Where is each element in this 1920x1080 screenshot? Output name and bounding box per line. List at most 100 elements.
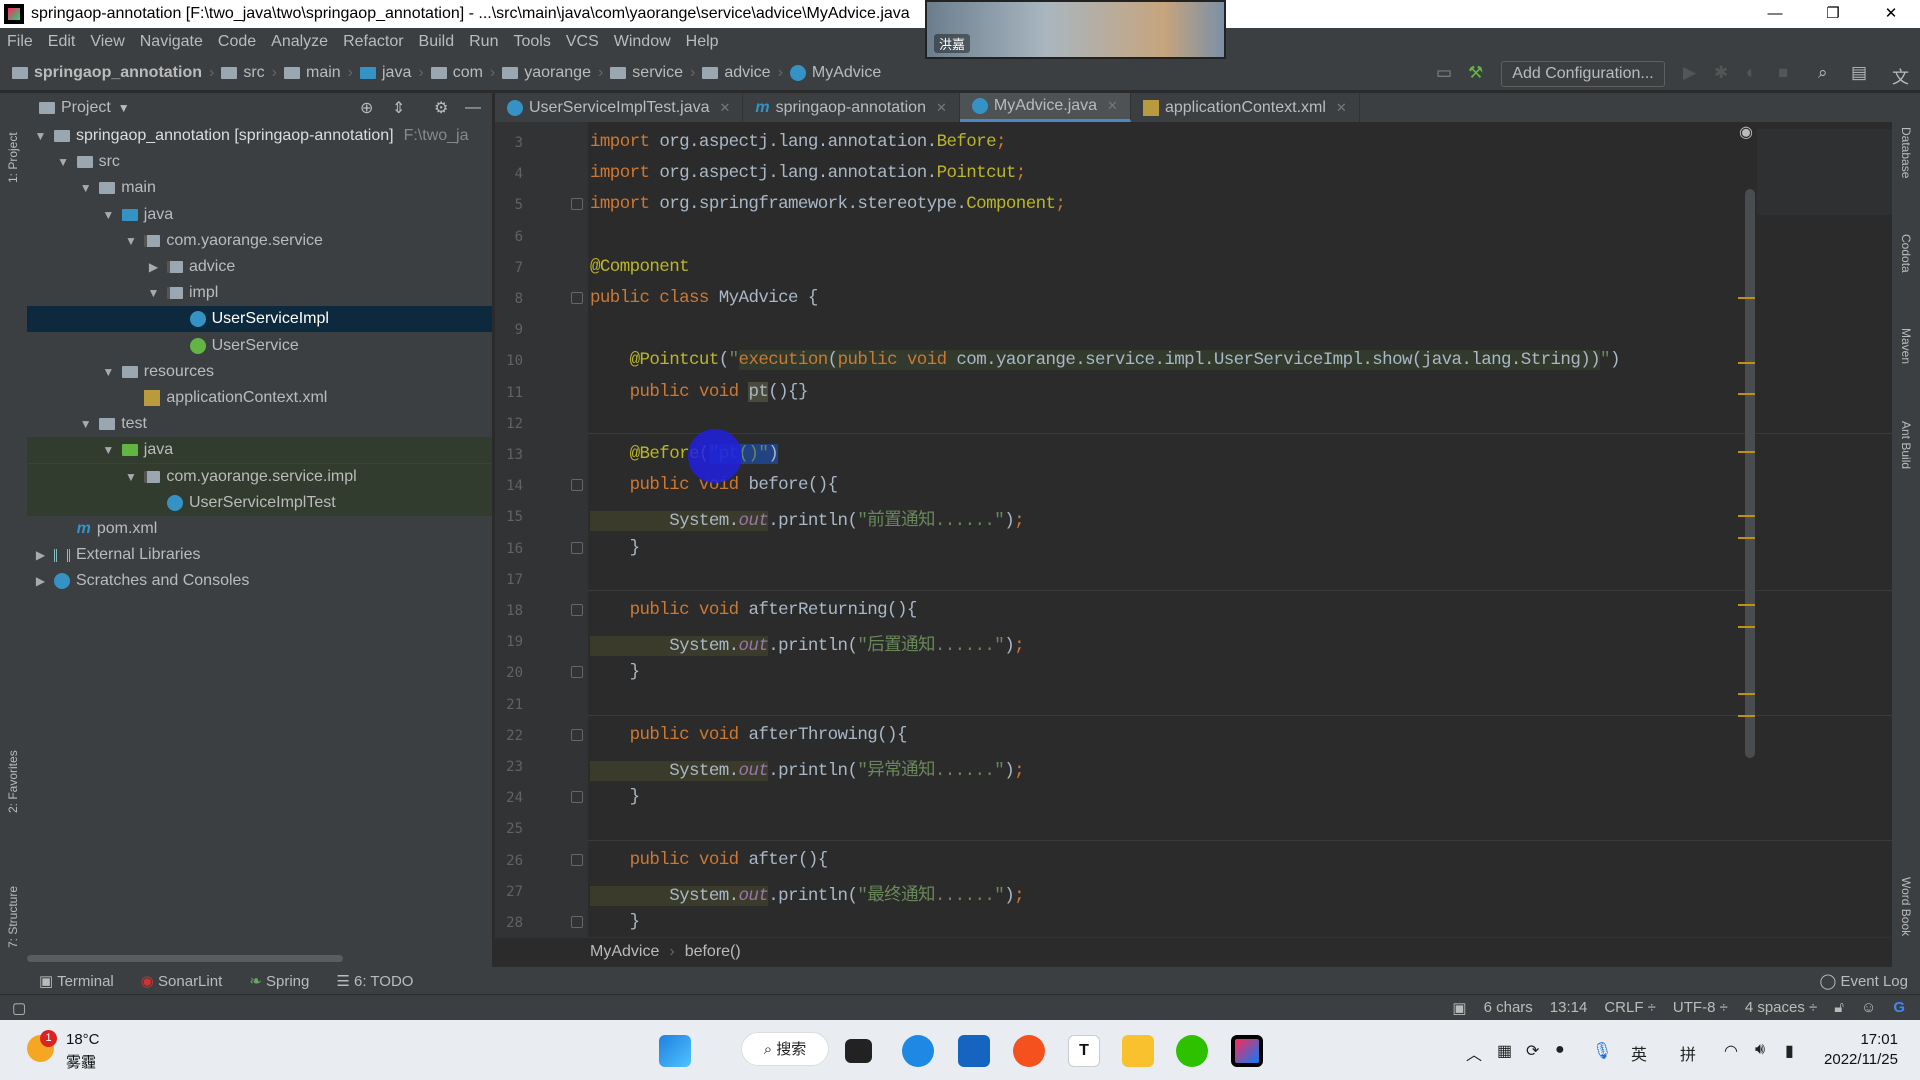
ime-language[interactable]: 英: [1631, 1041, 1647, 1065]
coverage-icon[interactable]: ◐: [1746, 63, 1756, 83]
chevron-down-icon[interactable]: ▼: [100, 365, 117, 379]
tab-myadvice-java[interactable]: MyAdvice.java ✕: [959, 93, 1131, 122]
nav-crumb-advice[interactable]: advice: [702, 64, 771, 82]
menu-window[interactable]: Window: [614, 33, 671, 51]
tree-item[interactable]: ▼ com.yaorange.service: [27, 228, 492, 254]
intellij-taskbar-icon[interactable]: [1231, 1035, 1263, 1067]
inspector-icon[interactable]: ☺: [1861, 999, 1876, 1017]
nav-crumb-src[interactable]: src: [221, 64, 265, 82]
database-tool-button[interactable]: Database: [1899, 127, 1913, 178]
tree-item[interactable]: UserServiceImpl: [27, 306, 492, 333]
warning-marker[interactable]: [1738, 515, 1755, 517]
warning-marker[interactable]: [1738, 693, 1755, 695]
ant-build-tool-button[interactable]: Ant Build: [1899, 421, 1913, 469]
todo-tab[interactable]: ☰ 6: TODO: [336, 972, 413, 990]
toggle-tool-windows-icon[interactable]: ▢: [12, 999, 26, 1017]
tree-item[interactable]: UserServiceImplTest: [27, 489, 492, 516]
warning-marker[interactable]: [1738, 537, 1755, 539]
tree-item[interactable]: m pom.xml: [27, 516, 492, 542]
wifi-icon[interactable]: ◠: [1724, 1041, 1738, 1061]
chevron-right-icon[interactable]: ▶: [32, 574, 49, 588]
tree-item[interactable]: ▼ impl: [27, 280, 492, 306]
menu-view[interactable]: View: [90, 33, 124, 51]
tree-item[interactable]: UserService: [27, 333, 492, 359]
taskbar-search[interactable]: ⌕ 搜索: [741, 1032, 829, 1066]
chevron-down-icon[interactable]: ▼: [122, 470, 139, 484]
menu-navigate[interactable]: Navigate: [140, 33, 203, 51]
warning-marker[interactable]: [1738, 393, 1755, 395]
menu-file[interactable]: File: [7, 33, 33, 51]
code-editor[interactable]: 3 4 5 6 7 8 9 10 11 12 13 14 15 16 17 18 19 20 21 22 23 24 25 2…: [495, 122, 1892, 937]
restore-button[interactable]: ❐: [1804, 0, 1862, 28]
wechat-icon[interactable]: [1176, 1035, 1208, 1067]
tree-item[interactable]: ▼ com.yaorange.service.impl: [27, 463, 492, 490]
maven-tool-button[interactable]: Maven: [1899, 328, 1913, 364]
run-icon[interactable]: ▶: [1683, 63, 1696, 83]
tab-userserviceimpltest-java[interactable]: UserServiceImplTest.java ✕: [495, 93, 744, 122]
build-hammer-icon[interactable]: ⚒: [1468, 63, 1483, 83]
minimize-button[interactable]: —: [1746, 0, 1804, 28]
menu-edit[interactable]: Edit: [48, 33, 76, 51]
warning-marker[interactable]: [1738, 297, 1755, 299]
structure-tool-button[interactable]: 7: Structure: [6, 886, 20, 948]
line-ending-selector[interactable]: CRLF ÷: [1604, 999, 1656, 1017]
tab-applicationcontext-xml[interactable]: applicationContext.xml ✕: [1131, 93, 1360, 122]
gear-icon[interactable]: ⚙: [434, 98, 448, 118]
fold-marker-icon[interactable]: [571, 853, 583, 866]
tree-horizontal-scrollbar[interactable]: [27, 955, 343, 962]
menu-refactor[interactable]: Refactor: [343, 33, 403, 51]
fold-marker-icon[interactable]: [571, 916, 583, 928]
code-minimap[interactable]: [1757, 129, 1892, 215]
spring-tab[interactable]: ❧ Spring: [249, 972, 309, 990]
tree-item[interactable]: applicationContext.xml: [27, 385, 492, 411]
close-tab-icon[interactable]: ✕: [720, 100, 731, 116]
breadcrumb-method[interactable]: before(): [685, 943, 741, 961]
nav-crumb-springaop_annotation[interactable]: springaop_annotation: [12, 64, 202, 82]
chevron-right-icon[interactable]: ▶: [145, 260, 162, 274]
close-tab-icon[interactable]: ✕: [1336, 100, 1347, 116]
warning-marker[interactable]: [1738, 604, 1755, 606]
chevron-down-icon[interactable]: ▼: [100, 443, 117, 457]
fold-marker-icon[interactable]: [571, 198, 583, 211]
clock-date[interactable]: 2022/11/25: [1824, 1051, 1898, 1068]
project-tool-button[interactable]: 1: Project: [6, 132, 20, 183]
chevron-down-icon[interactable]: ▼: [32, 129, 49, 143]
translate-icon[interactable]: 文: [1892, 63, 1909, 88]
editor-vertical-scrollbar[interactable]: [1745, 189, 1755, 758]
qq-icon[interactable]: ●: [1555, 1041, 1565, 1059]
debug-icon[interactable]: ✱: [1714, 63, 1728, 83]
collapse-all-icon[interactable]: ⇕: [392, 98, 405, 118]
sonarlint-tab[interactable]: ◉ SonarLint: [141, 972, 222, 990]
start-button-icon[interactable]: [659, 1035, 691, 1067]
caret-position[interactable]: 13:14: [1550, 999, 1588, 1017]
nav-crumb-com[interactable]: com: [430, 64, 483, 82]
tab-springaop-annotation[interactable]: m springaop-annotation ✕: [743, 93, 960, 122]
fold-marker-icon[interactable]: [571, 666, 583, 679]
tray-media-icon[interactable]: ▦: [1497, 1041, 1512, 1061]
chevron-down-icon[interactable]: ▼: [55, 155, 72, 169]
locate-icon[interactable]: ⊕: [360, 98, 373, 118]
menu-build[interactable]: Build: [419, 33, 455, 51]
menu-code[interactable]: Code: [218, 33, 256, 51]
tree-item[interactable]: ▼ springaop_annotation [springaop-annotat…: [27, 123, 492, 149]
photos-app-icon[interactable]: [958, 1035, 990, 1067]
menu-run[interactable]: Run: [469, 33, 498, 51]
tree-item[interactable]: ▼ main: [27, 175, 492, 201]
menu-vcs[interactable]: VCS: [566, 33, 599, 51]
close-tab-icon[interactable]: ✕: [1107, 98, 1118, 114]
fold-marker-icon[interactable]: [571, 604, 583, 616]
menu-help[interactable]: Help: [686, 33, 719, 51]
chevron-right-icon[interactable]: ▶: [32, 548, 49, 562]
google-icon[interactable]: G: [1893, 999, 1905, 1017]
battery-icon[interactable]: ▮: [1785, 1041, 1794, 1061]
project-view-selector[interactable]: Project: [61, 99, 111, 117]
nav-crumb-main[interactable]: main: [283, 64, 341, 82]
clock-time[interactable]: 17:01: [1860, 1031, 1898, 1048]
warning-marker[interactable]: [1738, 715, 1755, 717]
edge-browser-icon[interactable]: [902, 1035, 934, 1067]
terminal-tab[interactable]: ▣ Terminal: [39, 972, 114, 990]
fold-marker-icon[interactable]: [571, 541, 583, 554]
chevron-down-icon[interactable]: ▼: [77, 181, 94, 195]
nav-crumb-yaorange[interactable]: yaorange: [502, 64, 591, 82]
layout-icon[interactable]: ▭: [1436, 63, 1452, 83]
